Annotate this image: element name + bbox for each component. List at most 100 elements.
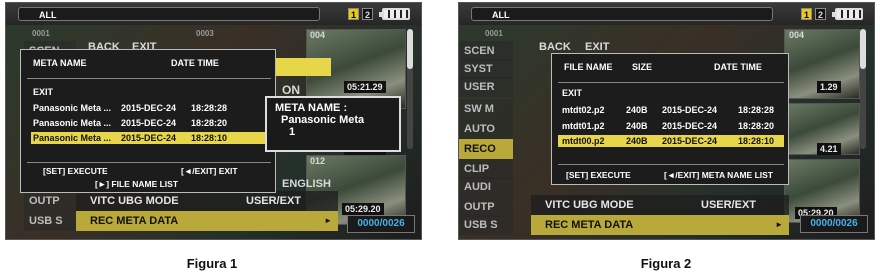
footer-set-execute: [SET] EXECUTE xyxy=(43,166,108,176)
file-name-dialog: FILE NAME SIZE DATE TIME EXIT mtdt02.p2 … xyxy=(551,53,789,185)
date-cell: 2015-DEC-24 xyxy=(662,136,718,146)
column-header-date-time: DATE TIME xyxy=(171,58,219,68)
file-name-cell: mtdt00.p2 xyxy=(562,136,605,146)
menu-row-highlight[interactable] xyxy=(276,58,331,76)
figure-2-screen: ALL 1 2 0001 004 SCEN SYST USER SW M AUT… xyxy=(458,2,875,240)
menu-item-user[interactable]: USER xyxy=(459,77,513,97)
menu-value-on: ON xyxy=(282,83,300,97)
meta-list-row[interactable]: Panasonic Meta ... 2015-DEC-24 18:28:20 xyxy=(31,117,267,129)
menu-item-sw-mode[interactable]: SW M xyxy=(459,99,513,119)
meta-name-dialog: META NAME DATE TIME EXIT Panasonic Meta … xyxy=(20,49,276,193)
menu-row-value: USER/EXT xyxy=(701,199,757,211)
scrollbar-thumb[interactable] xyxy=(407,29,413,69)
size-cell: 240B xyxy=(626,121,648,131)
footer-set-execute: [SET] EXECUTE xyxy=(566,170,631,180)
date-cell: 2015-DEC-24 xyxy=(121,118,177,128)
figure-1-caption: Figura 1 xyxy=(186,256,238,271)
dialog-exit-item[interactable]: EXIT xyxy=(558,87,784,99)
menu-row-rec-meta-data[interactable]: REC META DATA ► xyxy=(76,211,338,231)
date-cell: 2015-DEC-24 xyxy=(121,133,177,143)
date-cell: 2015-DEC-24 xyxy=(662,105,718,115)
file-name-cell: mtdt02.p2 xyxy=(562,105,605,115)
menu-back[interactable]: BACK xyxy=(539,41,571,53)
menu-item-system[interactable]: SYST xyxy=(459,59,513,79)
thumb-number: 0001 xyxy=(485,29,503,38)
menu-row-rec-meta-data[interactable]: REC META DATA ► xyxy=(531,215,789,235)
time-cell: 18:28:28 xyxy=(191,103,228,113)
divider xyxy=(558,82,784,83)
thumb-number: 012 xyxy=(310,156,326,166)
meta-list-row-selected[interactable]: Panasonic Meta ... 2015-DEC-24 18:28:10 xyxy=(31,132,267,144)
card-slot-1-indicator: 1 xyxy=(348,8,359,20)
clip-filter-all[interactable]: ALL xyxy=(471,7,773,21)
thumb-number: 0003 xyxy=(196,29,214,38)
menu-row-label: VITC UBG MODE xyxy=(545,199,634,211)
scrollbar[interactable] xyxy=(407,29,413,149)
menu-row-vitc-ubg-mode[interactable]: VITC UBG MODE USER/EXT xyxy=(76,191,338,211)
menu-row-value: USER/EXT xyxy=(246,195,302,207)
divider xyxy=(27,162,271,163)
thumb-number: 004 xyxy=(789,30,805,40)
clip-timecode: 1.29 xyxy=(817,81,841,93)
exit-label: EXIT xyxy=(33,87,54,97)
footer-file-name-list: [►] FILE NAME LIST xyxy=(95,179,179,189)
clip-timecode: 05:21.29 xyxy=(344,81,386,93)
column-header-size: SIZE xyxy=(632,62,653,72)
time-cell: 18:28:28 xyxy=(738,105,775,115)
time-cell: 18:28:10 xyxy=(738,136,775,146)
column-header-file-name: FILE NAME xyxy=(564,62,613,72)
time-cell: 18:28:20 xyxy=(738,121,775,131)
menu-row-label: VITC UBG MODE xyxy=(90,195,179,207)
meta-list-row[interactable]: Panasonic Meta ... 2015-DEC-24 18:28:28 xyxy=(31,102,267,114)
menu-item-usb[interactable]: USB S xyxy=(459,215,513,235)
menu-item-auto[interactable]: AUTO xyxy=(459,119,513,139)
arrow-right-icon: ► xyxy=(775,220,783,229)
popup-title: META NAME : xyxy=(275,102,348,114)
footer-exit: [◄/EXIT] EXIT xyxy=(181,166,238,176)
date-cell: 2015-DEC-24 xyxy=(662,121,718,131)
menu-row-vitc-ubg-mode[interactable]: VITC UBG MODE USER/EXT xyxy=(531,195,789,215)
time-cell: 18:28:10 xyxy=(191,133,228,143)
time-cell: 18:28:20 xyxy=(191,118,228,128)
divider xyxy=(558,164,784,165)
file-list-row[interactable]: mtdt02.p2 240B 2015-DEC-24 18:28:28 xyxy=(558,104,784,116)
battery-icon xyxy=(832,8,863,20)
menu-item-output[interactable]: OUTP xyxy=(459,197,513,217)
clip-counter: 0000/0026 xyxy=(800,215,868,233)
menu-item-clip[interactable]: CLIP xyxy=(459,159,513,179)
meta-name-popup: META NAME : Panasonic Meta 1 xyxy=(265,96,401,152)
footer-meta-name-list: [◄/EXIT] META NAME LIST xyxy=(664,170,773,180)
menu-exit[interactable]: EXIT xyxy=(585,41,609,53)
clip-counter: 0000/0026 xyxy=(347,215,415,233)
card-slot-2-indicator: 2 xyxy=(362,8,373,20)
divider xyxy=(27,78,271,79)
clip-filter-all[interactable]: ALL xyxy=(18,7,320,21)
dialog-exit-item[interactable]: EXIT xyxy=(31,86,267,98)
clip-timecode: 4.21 xyxy=(817,143,841,155)
menu-item-recording[interactable]: RECO xyxy=(459,139,513,159)
exit-label: EXIT xyxy=(562,88,583,98)
menu-row-label: REC META DATA xyxy=(545,219,634,231)
menu-row-label: REC META DATA xyxy=(90,215,179,227)
top-status-bar: ALL 1 2 xyxy=(6,3,421,26)
size-cell: 240B xyxy=(626,136,648,146)
thumb-number: 004 xyxy=(310,30,326,40)
arrow-right-icon: ► xyxy=(324,216,332,225)
popup-meta-name: Panasonic Meta xyxy=(281,114,365,126)
scrollbar-thumb[interactable] xyxy=(860,29,866,69)
menu-item-audio[interactable]: AUDI xyxy=(459,177,513,197)
meta-name-cell: Panasonic Meta ... xyxy=(33,103,112,113)
menu-item-output[interactable]: OUTP xyxy=(24,191,76,211)
menu-item-scene[interactable]: SCEN xyxy=(459,41,513,61)
date-cell: 2015-DEC-24 xyxy=(121,103,177,113)
file-list-row-selected[interactable]: mtdt00.p2 240B 2015-DEC-24 18:28:10 xyxy=(558,135,784,147)
top-status-bar: ALL 1 2 xyxy=(459,3,874,26)
file-list-row[interactable]: mtdt01.p2 240B 2015-DEC-24 18:28:20 xyxy=(558,120,784,132)
meta-name-cell: Panasonic Meta ... xyxy=(33,118,112,128)
menu-item-usb[interactable]: USB S xyxy=(24,211,76,231)
card-slot-1-indicator: 1 xyxy=(801,8,812,20)
scrollbar[interactable] xyxy=(860,29,866,149)
clip-timecode: 05:29.20 xyxy=(342,203,384,215)
card-slot-2-indicator: 2 xyxy=(815,8,826,20)
figure-2-caption: Figura 2 xyxy=(640,256,692,271)
